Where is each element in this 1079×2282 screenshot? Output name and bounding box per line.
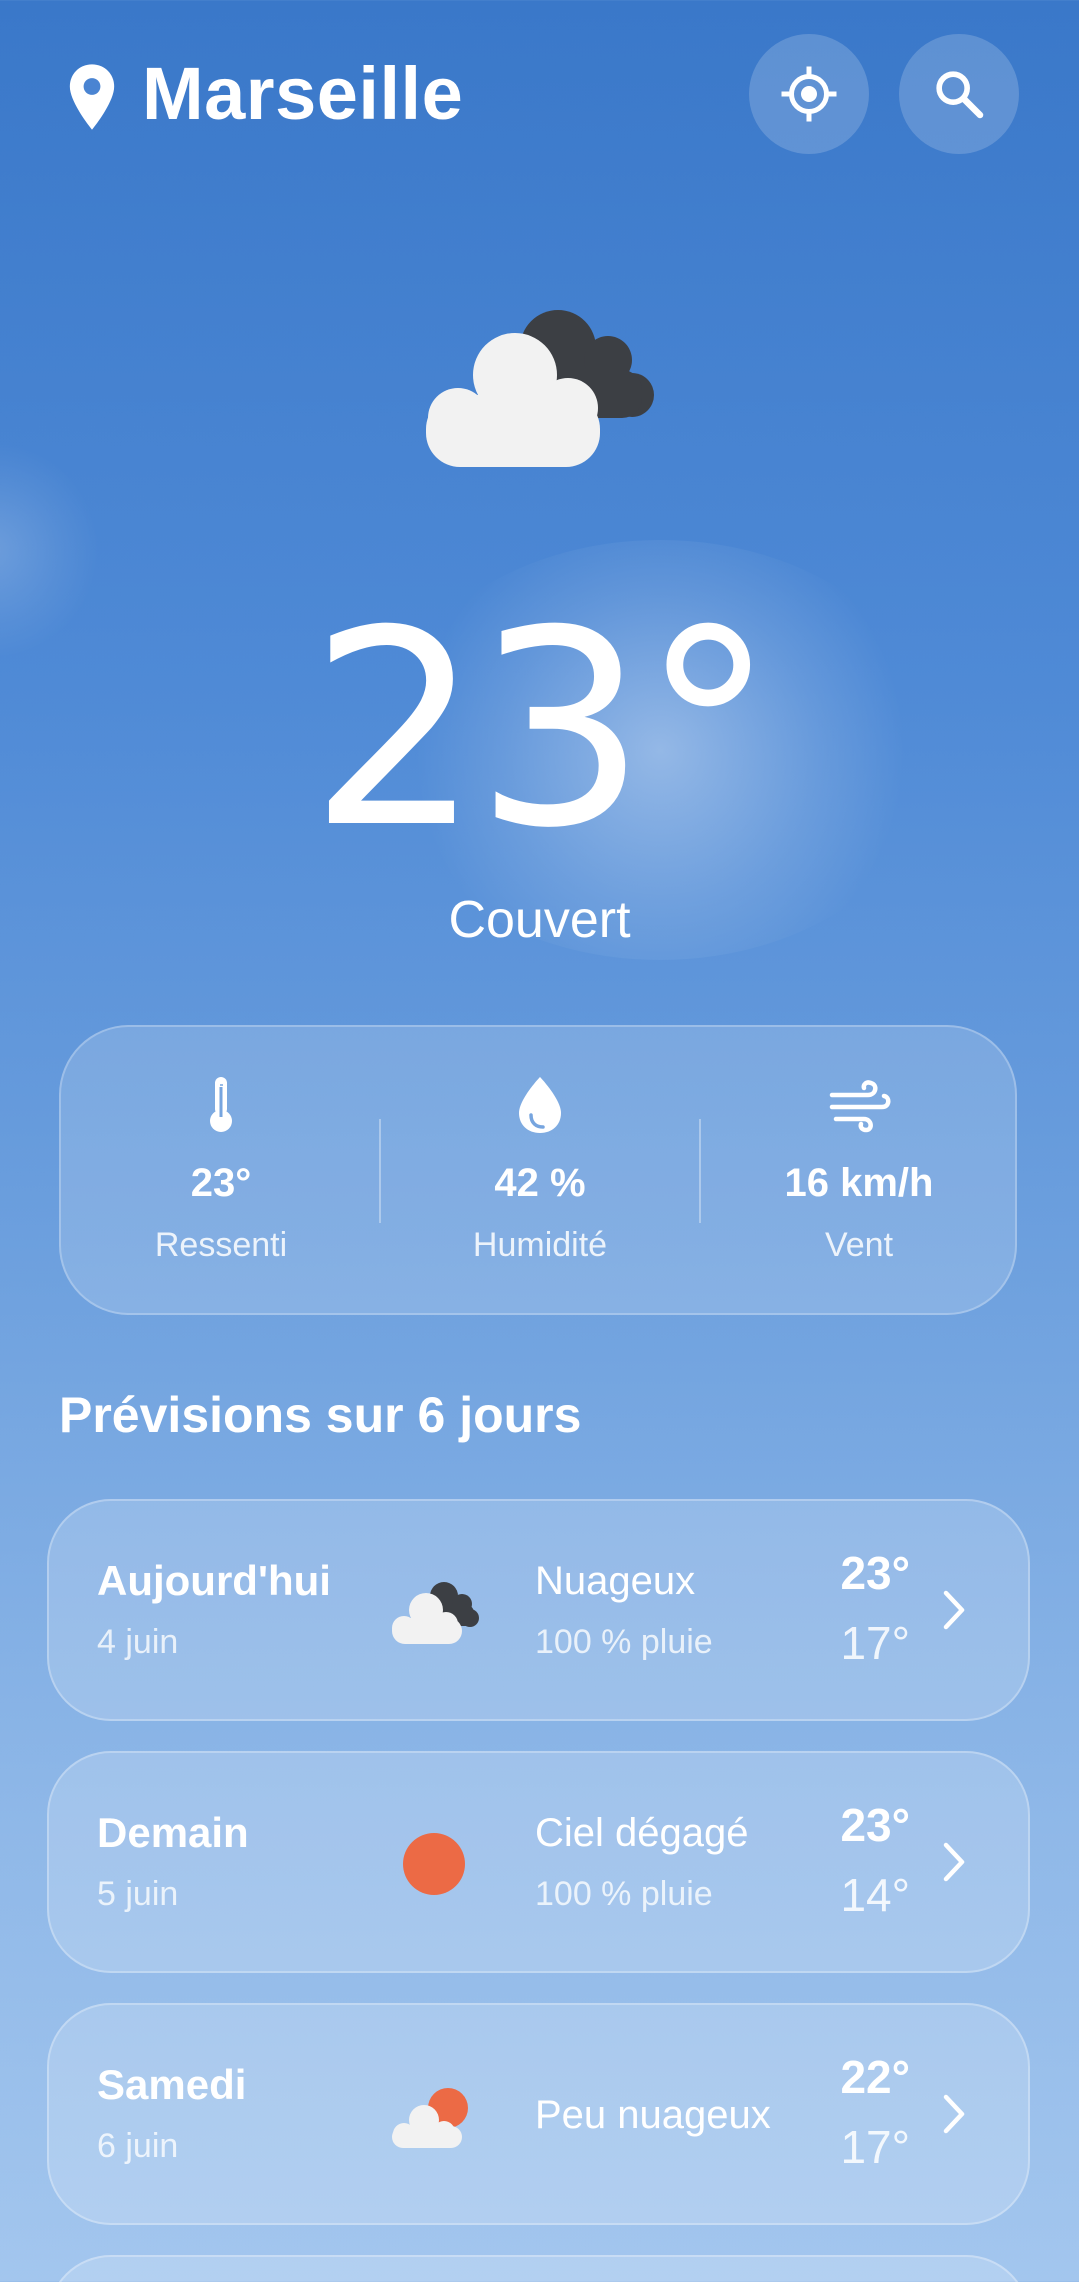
forecast-rain-chance: 100 % pluie xyxy=(535,1875,713,1913)
forecast-condition: Peu nuageux xyxy=(535,2093,771,2137)
stat-wind: 16 km/h Vent xyxy=(699,1027,1019,1317)
forecast-low-temp: 17° xyxy=(840,2121,910,2173)
search-icon xyxy=(936,71,984,119)
chevron-right-icon xyxy=(943,2094,965,2134)
droplet-icon xyxy=(519,1077,561,1133)
current-condition: Couvert xyxy=(448,891,631,949)
thermometer-icon xyxy=(210,1077,232,1132)
overcast-cloud-icon xyxy=(426,310,654,467)
partly-cloudy-icon xyxy=(392,2088,468,2148)
forecast-day-name: Samedi xyxy=(97,2061,247,2108)
stat-value: 23° xyxy=(190,1161,252,1205)
city-name[interactable]: Marseille xyxy=(142,46,463,142)
current-location-button[interactable] xyxy=(749,34,869,154)
forecast-date: 4 juin xyxy=(97,1623,179,1661)
forecast-high-temp: 23° xyxy=(840,1547,910,1599)
forecast-day-card[interactable]: Samedi 6 juin Peu nuageux 22° 17° xyxy=(47,2003,1030,2225)
forecast-condition: Nuageux xyxy=(535,1559,696,1603)
gps-target-icon xyxy=(781,66,837,122)
chevron-right-icon xyxy=(943,1842,965,1882)
forecast-date: 6 juin xyxy=(97,2127,179,2165)
stat-value: 42 % xyxy=(494,1161,586,1205)
chevron-right-icon xyxy=(943,1590,965,1630)
current-stats-panel: 23° Ressenti 42 % Humidité 16 km/h Vent xyxy=(59,1025,1017,1315)
forecast-low-temp: 14° xyxy=(840,1869,910,1921)
stat-value: 16 km/h xyxy=(784,1161,934,1205)
forecast-condition: Ciel dégagé xyxy=(535,1811,749,1855)
stat-label: Vent xyxy=(824,1226,894,1264)
current-temperature: 23° xyxy=(309,572,776,887)
stat-humidity: 42 % Humidité xyxy=(380,1027,700,1317)
forecast-low-temp: 17° xyxy=(840,1617,910,1669)
forecast-date: 5 juin xyxy=(97,1875,179,1913)
forecast-day-name: Demain xyxy=(97,1809,249,1856)
forecast-high-temp: 23° xyxy=(840,1799,910,1851)
forecast-day-name: Aujourd'hui xyxy=(97,1557,331,1604)
forecast-high-temp: 22° xyxy=(840,2051,910,2103)
forecast-day-card[interactable]: Aujourd'hui 4 juin Nuageux 100 % pluie 2… xyxy=(47,1499,1030,1721)
sun-icon xyxy=(403,1833,465,1895)
wind-icon xyxy=(829,1080,891,1133)
forecast-day-card[interactable]: Demain 5 juin Ciel dégagé 100 % pluie 23… xyxy=(47,1751,1030,1973)
search-button[interactable] xyxy=(899,34,1019,154)
stat-feels-like: 23° Ressenti xyxy=(61,1027,381,1317)
stat-label: Humidité xyxy=(472,1226,608,1264)
forecast-day-card-partial[interactable] xyxy=(47,2255,1030,2282)
header: Marseille xyxy=(0,0,1079,190)
forecast-title: Prévisions sur 6 jours xyxy=(59,1387,582,1443)
stat-label: Ressenti xyxy=(154,1226,288,1264)
location-pin-icon xyxy=(69,64,115,130)
cloudy-icon xyxy=(392,1582,479,1644)
forecast-rain-chance: 100 % pluie xyxy=(535,1623,713,1661)
